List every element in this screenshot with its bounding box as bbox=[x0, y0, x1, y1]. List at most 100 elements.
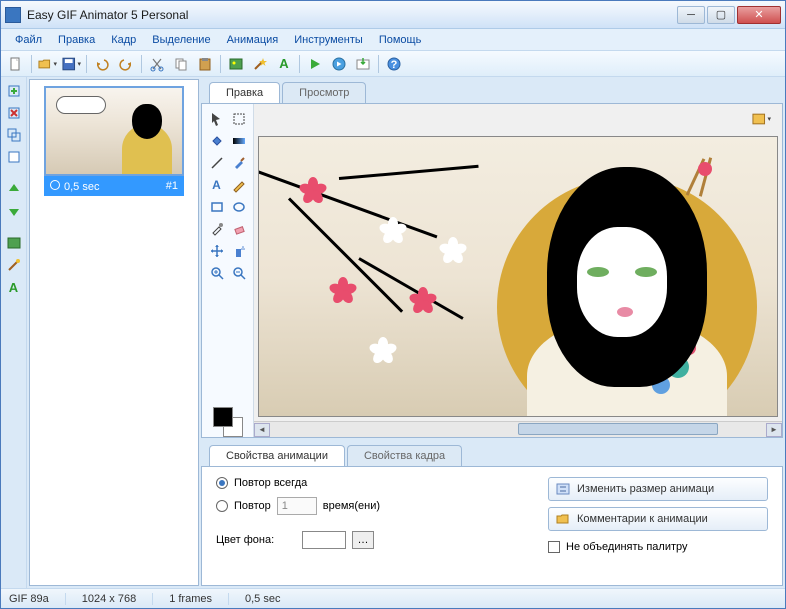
frame-label: 0,5 sec #1 bbox=[44, 176, 184, 196]
scroll-right-button[interactable]: ► bbox=[766, 423, 782, 437]
rect-tool[interactable] bbox=[208, 198, 226, 216]
tab-preview[interactable]: Просмотр bbox=[282, 82, 366, 103]
move-down-button[interactable] bbox=[4, 201, 24, 221]
menu-edit[interactable]: Правка bbox=[50, 32, 103, 48]
canvas-options-button[interactable] bbox=[750, 108, 772, 130]
merge-palette-label: Не объединять палитру bbox=[566, 541, 688, 553]
resize-button-label: Изменить размер анимаци bbox=[577, 483, 714, 495]
canvas-area: ◄ ► bbox=[254, 104, 782, 437]
line-tool[interactable] bbox=[208, 154, 226, 172]
props-tabs: Свойства анимации Свойства кадра bbox=[201, 442, 783, 466]
undo-button[interactable] bbox=[91, 53, 113, 75]
frame-delay: 0,5 sec bbox=[64, 181, 99, 193]
scroll-left-button[interactable]: ◄ bbox=[254, 423, 270, 437]
status-delay: 0,5 sec bbox=[245, 593, 280, 605]
zoom-out-tool[interactable] bbox=[230, 264, 248, 282]
resize-animation-button[interactable]: Изменить размер анимаци bbox=[548, 477, 768, 501]
menu-file[interactable]: Файл bbox=[7, 32, 50, 48]
eyedropper-tool[interactable] bbox=[208, 220, 226, 238]
text-tool[interactable]: A bbox=[208, 176, 226, 194]
spray-tool[interactable] bbox=[230, 242, 248, 260]
move-tool[interactable] bbox=[208, 242, 226, 260]
clock-icon bbox=[50, 180, 60, 190]
blank-frame-button[interactable] bbox=[4, 147, 24, 167]
statusbar: GIF 89a 1024 x 768 1 frames 0,5 sec bbox=[1, 588, 785, 608]
tab-anim-props[interactable]: Свойства анимации bbox=[209, 445, 345, 466]
edit-area: A bbox=[201, 103, 783, 438]
status-dimensions: 1024 x 768 bbox=[82, 593, 153, 605]
help-button[interactable]: ? bbox=[383, 53, 405, 75]
duplicate-frame-button[interactable] bbox=[4, 125, 24, 145]
play-button[interactable] bbox=[304, 53, 326, 75]
redo-button[interactable] bbox=[115, 53, 137, 75]
open-button[interactable] bbox=[36, 53, 58, 75]
menu-animation[interactable]: Анимация bbox=[219, 32, 287, 48]
scroll-thumb[interactable] bbox=[518, 423, 718, 435]
pencil-tool[interactable] bbox=[230, 176, 248, 194]
zoom-in-tool[interactable] bbox=[208, 264, 226, 282]
wand-effect-button[interactable] bbox=[4, 255, 24, 275]
bgcolor-picker-button[interactable]: … bbox=[352, 531, 374, 549]
bucket-tool[interactable] bbox=[208, 132, 226, 150]
properties-area: Свойства анимации Свойства кадра Повтор … bbox=[201, 442, 783, 586]
main-toolbar: A ? bbox=[1, 51, 785, 77]
ellipse-tool[interactable] bbox=[230, 198, 248, 216]
export-button[interactable] bbox=[352, 53, 374, 75]
menu-tools[interactable]: Инструменты bbox=[286, 32, 371, 48]
status-frames: 1 frames bbox=[169, 593, 229, 605]
gradient-tool[interactable] bbox=[230, 132, 248, 150]
brush-tool[interactable] bbox=[230, 154, 248, 172]
copy-button[interactable] bbox=[170, 53, 192, 75]
merge-palette-checkbox[interactable] bbox=[548, 541, 560, 553]
wand-button[interactable] bbox=[249, 53, 271, 75]
text-button[interactable]: A bbox=[273, 53, 295, 75]
delete-frame-button[interactable] bbox=[4, 103, 24, 123]
menu-help[interactable]: Помощь bbox=[371, 32, 430, 48]
frames-panel: 0,5 sec #1 bbox=[29, 79, 199, 586]
bgcolor-label: Цвет фона: bbox=[216, 534, 296, 546]
preview-browser-button[interactable] bbox=[328, 53, 350, 75]
text-effect-button[interactable]: A bbox=[4, 277, 24, 297]
frame-thumb-image bbox=[44, 86, 184, 176]
frame-thumbnail[interactable]: 0,5 sec #1 bbox=[44, 86, 184, 196]
right-panel: Правка Просмотр bbox=[201, 79, 783, 586]
repeat-count-input[interactable]: 1 bbox=[277, 497, 317, 515]
frame-index: #1 bbox=[166, 180, 178, 192]
minimize-button[interactable]: ─ bbox=[677, 6, 705, 24]
tab-edit[interactable]: Правка bbox=[209, 82, 280, 103]
app-icon bbox=[5, 7, 21, 23]
titlebar: Easy GIF Animator 5 Personal ─ ▢ ✕ bbox=[1, 1, 785, 29]
close-button[interactable]: ✕ bbox=[737, 6, 781, 24]
menu-frame[interactable]: Кадр bbox=[103, 32, 144, 48]
tab-frame-props[interactable]: Свойства кадра bbox=[347, 445, 462, 466]
menu-selection[interactable]: Выделение bbox=[144, 32, 218, 48]
comments-button[interactable]: Комментарии к анимации bbox=[548, 507, 768, 531]
paste-button[interactable] bbox=[194, 53, 216, 75]
status-format: GIF 89a bbox=[9, 593, 66, 605]
add-frame-button[interactable] bbox=[4, 81, 24, 101]
marquee-tool[interactable] bbox=[230, 110, 248, 128]
repeat-label: Повтор bbox=[234, 500, 271, 512]
cut-button[interactable] bbox=[146, 53, 168, 75]
repeat-always-radio[interactable] bbox=[216, 477, 228, 489]
canvas[interactable] bbox=[258, 136, 778, 417]
comments-button-label: Комментарии к анимации bbox=[577, 513, 708, 525]
new-button[interactable] bbox=[5, 53, 27, 75]
move-up-button[interactable] bbox=[4, 179, 24, 199]
pointer-tool[interactable] bbox=[208, 110, 226, 128]
eraser-tool[interactable] bbox=[230, 220, 248, 238]
image-tool-button[interactable] bbox=[225, 53, 247, 75]
editor-tabs: Правка Просмотр bbox=[201, 79, 783, 103]
image-effect-button[interactable] bbox=[4, 233, 24, 253]
maximize-button[interactable]: ▢ bbox=[707, 6, 735, 24]
bgcolor-swatch[interactable] bbox=[302, 531, 346, 549]
times-label: время(ени) bbox=[323, 500, 380, 512]
horizontal-scrollbar[interactable]: ◄ ► bbox=[254, 421, 782, 437]
save-button[interactable] bbox=[60, 53, 82, 75]
foreground-color-swatch[interactable] bbox=[213, 407, 233, 427]
svg-text:?: ? bbox=[391, 59, 398, 71]
main-area: A 0,5 sec #1 Правка Просмотр bbox=[1, 77, 785, 588]
menubar: Файл Правка Кадр Выделение Анимация Инст… bbox=[1, 29, 785, 51]
props-panel: Повтор всегда Повтор 1 время(ени) Цвет ф… bbox=[201, 466, 783, 586]
repeat-count-radio[interactable] bbox=[216, 500, 228, 512]
